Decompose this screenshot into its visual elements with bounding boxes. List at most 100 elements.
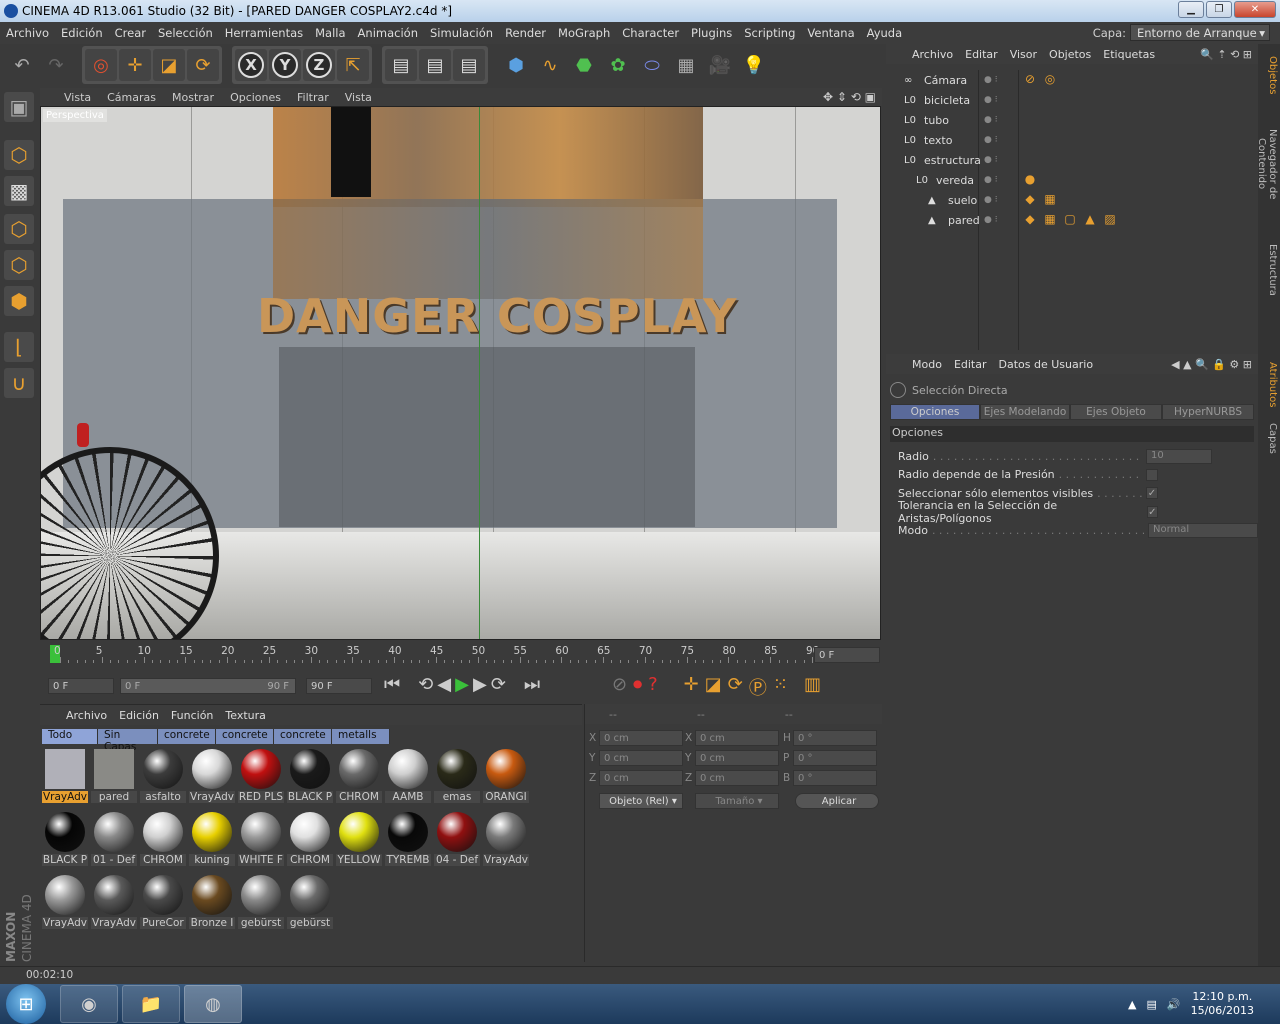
material-item[interactable]: VrayAdv bbox=[42, 747, 88, 807]
cinema4d-taskbar-icon[interactable]: ◍ bbox=[184, 985, 242, 1023]
visibility-dots-icon[interactable]: ● ⁝ bbox=[984, 135, 998, 145]
redo-icon[interactable]: ↷ bbox=[40, 49, 72, 81]
render-settings-icon[interactable]: ▤ bbox=[453, 49, 485, 81]
light-icon[interactable]: 💡 bbox=[738, 49, 770, 81]
z-axis-lock-button[interactable]: Z bbox=[303, 49, 335, 81]
frame-range-slider[interactable]: 0 F 90 F bbox=[120, 678, 296, 694]
timeline-ruler[interactable]: 0 5 10 15 20 25 30 35 40 45 50 55 60 65 70 75 80 85 90 0 F bbox=[40, 643, 882, 667]
explorer-taskbar-icon[interactable]: 📁 bbox=[122, 985, 180, 1023]
viewport-menu-vista2[interactable]: Vista bbox=[337, 91, 380, 104]
mograph-cloner-icon[interactable]: ✿ bbox=[602, 49, 634, 81]
render-view-icon[interactable]: ▤ bbox=[385, 49, 417, 81]
visibility-dots-icon[interactable]: ● ⁝ bbox=[984, 215, 998, 225]
start-frame-field[interactable]: 0 F bbox=[48, 678, 114, 694]
menu-scripting[interactable]: Scripting bbox=[738, 26, 801, 40]
deformer-icon[interactable]: ⬭ bbox=[636, 49, 668, 81]
rotate-icon[interactable]: ⟳ bbox=[187, 49, 219, 81]
coord-field[interactable]: 0 ° bbox=[793, 770, 877, 786]
floor-icon[interactable]: ▦ bbox=[670, 49, 702, 81]
material-item[interactable]: CHROM bbox=[140, 810, 186, 870]
material-item[interactable]: gebürst bbox=[238, 873, 284, 933]
mat-menu-textura[interactable]: Textura bbox=[219, 709, 271, 722]
prev-key-icon[interactable]: ⟲ bbox=[418, 674, 433, 695]
key-position-icon[interactable]: ✛ bbox=[684, 674, 699, 700]
mat-tab-sin-capas[interactable]: Sin Capas bbox=[98, 729, 158, 753]
object-row[interactable]: L0 tubo ● ⁝ bbox=[886, 110, 1258, 130]
mat-tab-concrete-1[interactable]: concrete bbox=[158, 729, 216, 744]
menu-seleccion[interactable]: Selección bbox=[152, 26, 219, 40]
3d-viewport[interactable]: DANGER COSPLAY Perspectiva bbox=[40, 106, 881, 640]
camera-icon[interactable]: 🎥 bbox=[704, 49, 736, 81]
visibility-dots-icon[interactable]: ● ⁝ bbox=[984, 75, 998, 85]
material-item[interactable]: WHITE F bbox=[238, 810, 284, 870]
x-axis-lock-button[interactable]: X bbox=[235, 49, 267, 81]
attr-menu-datos-usuario[interactable]: Datos de Usuario bbox=[993, 358, 1100, 371]
object-tag-icon[interactable]: ▨ bbox=[1102, 212, 1118, 228]
viewport-menu-opciones[interactable]: Opciones bbox=[222, 91, 289, 104]
visibility-dots-icon[interactable]: ● ⁝ bbox=[984, 195, 998, 205]
viewport-menu-vista[interactable]: Vista bbox=[56, 91, 99, 104]
material-item[interactable]: VrayAdv bbox=[483, 810, 529, 870]
material-item[interactable]: CHROM bbox=[287, 810, 333, 870]
play-icon[interactable]: ▶ bbox=[455, 674, 469, 695]
material-item[interactable]: TYREMB bbox=[385, 810, 431, 870]
attr-menu-editar[interactable]: Editar bbox=[948, 358, 993, 371]
coord-field[interactable]: 0 cm bbox=[599, 750, 683, 766]
obj-menu-visor[interactable]: Visor bbox=[1004, 48, 1043, 61]
make-editable-icon[interactable]: ▣ bbox=[4, 92, 34, 122]
attr-nav-icons[interactable]: ◀ ▲ 🔍 🔒 ⚙ ⊞ bbox=[1171, 358, 1252, 371]
material-item[interactable]: VrayAdv bbox=[189, 747, 235, 807]
maximize-button[interactable]: ❐ bbox=[1206, 1, 1232, 18]
material-item[interactable]: gebürst bbox=[287, 873, 333, 933]
points-mode-icon[interactable]: ⬡ bbox=[4, 214, 34, 244]
material-item[interactable]: pared bbox=[91, 747, 137, 807]
object-row[interactable]: L0 estructura ● ⁝ bbox=[886, 150, 1258, 170]
viewport-menu-filtrar[interactable]: Filtrar bbox=[289, 91, 337, 104]
material-item[interactable]: ORANGI bbox=[483, 747, 529, 807]
goto-end-icon[interactable]: ⏭ bbox=[524, 674, 540, 695]
key-pla-icon[interactable]: ⁙ bbox=[773, 674, 788, 700]
apply-button[interactable]: Aplicar bbox=[795, 793, 879, 809]
object-row[interactable]: L0 bicicleta ● ⁝ bbox=[886, 90, 1258, 110]
side-tab-navegador[interactable]: Navegador de Contenido bbox=[1256, 104, 1278, 224]
help-icon[interactable]: ? bbox=[648, 674, 658, 700]
object-row[interactable]: ▲ suelo ● ⁝ bbox=[886, 190, 1258, 210]
attribute-value[interactable]: Normal bbox=[1148, 522, 1258, 538]
object-row[interactable]: ∞ Cámara ● ⁝ bbox=[886, 70, 1258, 90]
menu-herramientas[interactable]: Herramientas bbox=[219, 26, 309, 40]
object-tag-icon[interactable]: ▦ bbox=[1042, 192, 1058, 208]
edges-mode-icon[interactable]: ⬡ bbox=[4, 250, 34, 280]
viewport-menu-mostrar[interactable]: Mostrar bbox=[164, 91, 222, 104]
clock-date[interactable]: 15/06/2013 bbox=[1191, 1004, 1254, 1018]
menu-ayuda[interactable]: Ayuda bbox=[861, 26, 909, 40]
visibility-dots-icon[interactable]: ● ⁝ bbox=[984, 115, 998, 125]
object-tag-icon[interactable]: ▲ bbox=[1082, 212, 1098, 228]
attribute-value[interactable]: 10 bbox=[1146, 448, 1212, 464]
layout-select[interactable]: Entorno de Arranque ▾ bbox=[1130, 24, 1270, 41]
next-key-icon[interactable]: ⟳ bbox=[491, 674, 506, 695]
material-item[interactable]: CHROM bbox=[336, 747, 382, 807]
mat-menu-archivo[interactable]: Archivo bbox=[60, 709, 113, 722]
tray-arrow-icon[interactable]: ▲ bbox=[1128, 998, 1136, 1011]
material-item[interactable]: VrayAdv bbox=[42, 873, 88, 933]
object-row[interactable]: L0 texto ● ⁝ bbox=[886, 130, 1258, 150]
mat-tab-concrete-2[interactable]: concrete bbox=[216, 729, 274, 744]
menu-ventana[interactable]: Ventana bbox=[801, 26, 860, 40]
polygons-mode-icon[interactable]: ⬢ bbox=[4, 286, 34, 316]
mat-tab-todo[interactable]: Todo bbox=[42, 729, 98, 744]
minimize-button[interactable]: ▁ bbox=[1178, 1, 1204, 18]
attr-tab-ejes-modelando[interactable]: Ejes Modelando bbox=[980, 404, 1070, 420]
model-mode-icon[interactable]: ⬡ bbox=[4, 140, 34, 170]
object-row[interactable]: L0 vereda ● ⁝ bbox=[886, 170, 1258, 190]
menu-malla[interactable]: Malla bbox=[309, 26, 351, 40]
coord-field[interactable]: 0 cm bbox=[695, 770, 779, 786]
move-icon[interactable]: ✛ bbox=[119, 49, 151, 81]
coord-field[interactable]: 0 ° bbox=[793, 750, 877, 766]
material-item[interactable]: emas bbox=[434, 747, 480, 807]
spline-icon[interactable]: ∿ bbox=[534, 49, 566, 81]
key-scale-icon[interactable]: ◪ bbox=[705, 674, 722, 700]
render-picture-viewer-icon[interactable]: ▤ bbox=[419, 49, 451, 81]
menu-plugins[interactable]: Plugins bbox=[685, 26, 738, 40]
goto-start-icon[interactable]: ⏮ bbox=[384, 674, 400, 695]
coord-mode-select[interactable]: Objeto (Rel) ▾ bbox=[599, 793, 683, 809]
